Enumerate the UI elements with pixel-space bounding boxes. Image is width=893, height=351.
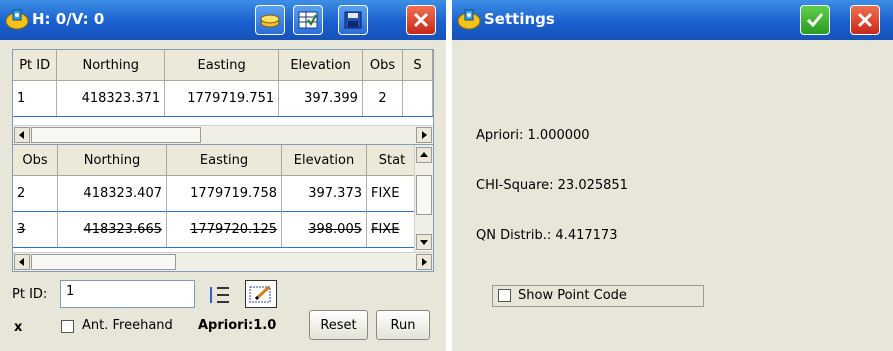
scroll-right-button[interactable] — [416, 127, 432, 143]
reset-button[interactable]: Reset — [309, 310, 368, 340]
column-header[interactable]: Northing — [56, 50, 166, 81]
cell-northing: 418323.665 — [57, 211, 167, 248]
app-logo-icon — [457, 9, 481, 30]
column-header[interactable]: Obs — [362, 50, 404, 81]
apriori-readout: Apriori: 1.000000 — [476, 128, 590, 143]
scroll-up-button[interactable] — [416, 147, 432, 163]
cell-easting: 1779719.758 — [166, 175, 282, 212]
window-title: H: 0/V: 0 — [32, 10, 105, 28]
edit-button[interactable] — [245, 280, 277, 308]
horizontal-scrollbar[interactable] — [13, 252, 433, 271]
column-header[interactable]: Easting — [164, 50, 280, 81]
show-point-code-label: Show Point Code — [518, 288, 627, 303]
scroll-down-button[interactable] — [416, 234, 432, 250]
coins-icon — [260, 14, 280, 28]
window-title: Settings — [484, 10, 555, 28]
column-header[interactable]: Easting — [166, 145, 282, 176]
cell-easting: 1779719.751 — [164, 80, 280, 117]
cell-elevation: 397.373 — [281, 175, 367, 212]
points-grid[interactable]: Pt ID Northing Easting Elevation Obs S 1… — [12, 49, 434, 145]
arrow-right-icon — [422, 131, 427, 139]
ok-button[interactable] — [800, 5, 830, 35]
observations-grid[interactable]: Obs Northing Easting Elevation Stat 2 41… — [12, 144, 434, 272]
title-bar: H: 0/V: 0 — [0, 0, 446, 40]
scroll-left-button[interactable] — [14, 127, 30, 143]
x-label: x — [14, 320, 23, 335]
column-header[interactable]: Obs — [13, 145, 58, 176]
title-bar: Settings — [452, 0, 893, 40]
survey-window: H: 0/V: 0 Pt ID Northing Easting Elevati… — [0, 0, 446, 351]
observations-grid-header: Obs Northing Easting Elevation Stat — [13, 145, 418, 176]
column-header[interactable]: Stat — [366, 145, 418, 176]
qn-distrib-readout: QN Distrib.: 4.417173 — [476, 228, 618, 243]
close-icon — [857, 12, 873, 28]
scroll-thumb[interactable] — [31, 127, 201, 143]
close-icon — [413, 12, 429, 28]
pt-id-input[interactable]: 1 — [60, 280, 195, 308]
scroll-thumb[interactable] — [416, 175, 432, 215]
arrow-up-icon — [420, 152, 428, 157]
table-check-icon — [298, 11, 318, 29]
cell-status: FIXE — [366, 211, 418, 248]
apriori-value: Apriori:1.0 — [198, 318, 277, 333]
show-point-code-checkbox[interactable] — [498, 289, 511, 302]
edit-pencil-icon — [249, 285, 271, 303]
table-check-button[interactable] — [293, 5, 323, 35]
column-header[interactable]: Elevation — [278, 50, 363, 81]
table-row[interactable]: 2 418323.407 1779719.758 397.373 FIXE — [13, 175, 418, 212]
app-logo-icon — [5, 9, 29, 30]
points-grid-header: Pt ID Northing Easting Elevation Obs S — [13, 50, 433, 81]
scroll-thumb[interactable] — [31, 254, 176, 270]
numbered-list-icon — [210, 287, 229, 303]
cell-obs: 3 — [13, 211, 58, 248]
ant-freehand-label: Ant. Freehand — [82, 318, 173, 333]
scroll-left-button[interactable] — [14, 254, 30, 270]
vertical-scrollbar[interactable] — [414, 145, 433, 252]
chi-square-readout: CHI-Square: 23.025851 — [476, 178, 628, 193]
show-point-code-option[interactable]: Show Point Code — [492, 285, 704, 307]
coins-button[interactable] — [255, 5, 285, 35]
cell-northing: 418323.371 — [56, 80, 166, 117]
cell-pt-id: 1 — [13, 80, 58, 117]
cell-northing: 418323.407 — [57, 175, 167, 212]
scroll-right-button[interactable] — [416, 254, 432, 270]
arrow-left-icon — [19, 131, 24, 139]
cell-elevation: 397.399 — [278, 80, 363, 117]
cell-obs: 2 — [13, 175, 58, 212]
pt-id-label: Pt ID: — [12, 287, 48, 302]
save-button[interactable] — [338, 5, 368, 35]
run-button[interactable]: Run — [376, 310, 430, 340]
table-row[interactable]: 1 418323.371 1779719.751 397.399 2 — [13, 80, 433, 117]
arrow-left-icon — [19, 258, 24, 266]
ant-freehand-checkbox[interactable] — [61, 320, 74, 333]
table-row[interactable]: 3 418323.665 1779720.125 398.005 FIXE — [13, 211, 418, 248]
cell-status: FIXE — [366, 175, 418, 212]
floppy-disk-icon — [344, 11, 362, 29]
column-header[interactable]: Northing — [57, 145, 167, 176]
column-header[interactable]: Elevation — [281, 145, 367, 176]
arrow-down-icon — [420, 240, 428, 245]
close-button[interactable] — [850, 5, 880, 35]
cell-elevation: 398.005 — [281, 211, 367, 248]
list-button[interactable] — [203, 281, 237, 309]
horizontal-scrollbar[interactable] — [13, 125, 433, 144]
cell-obs: 2 — [362, 80, 404, 117]
checkmark-icon — [806, 13, 824, 28]
column-header[interactable]: Pt ID — [13, 50, 58, 81]
cell-easting: 1779720.125 — [166, 211, 282, 248]
column-header[interactable]: S — [402, 50, 433, 81]
settings-window: Settings Apriori: 1.000000 CHI-Square: 2… — [452, 0, 893, 351]
close-button[interactable] — [406, 5, 436, 35]
arrow-right-icon — [422, 258, 427, 266]
